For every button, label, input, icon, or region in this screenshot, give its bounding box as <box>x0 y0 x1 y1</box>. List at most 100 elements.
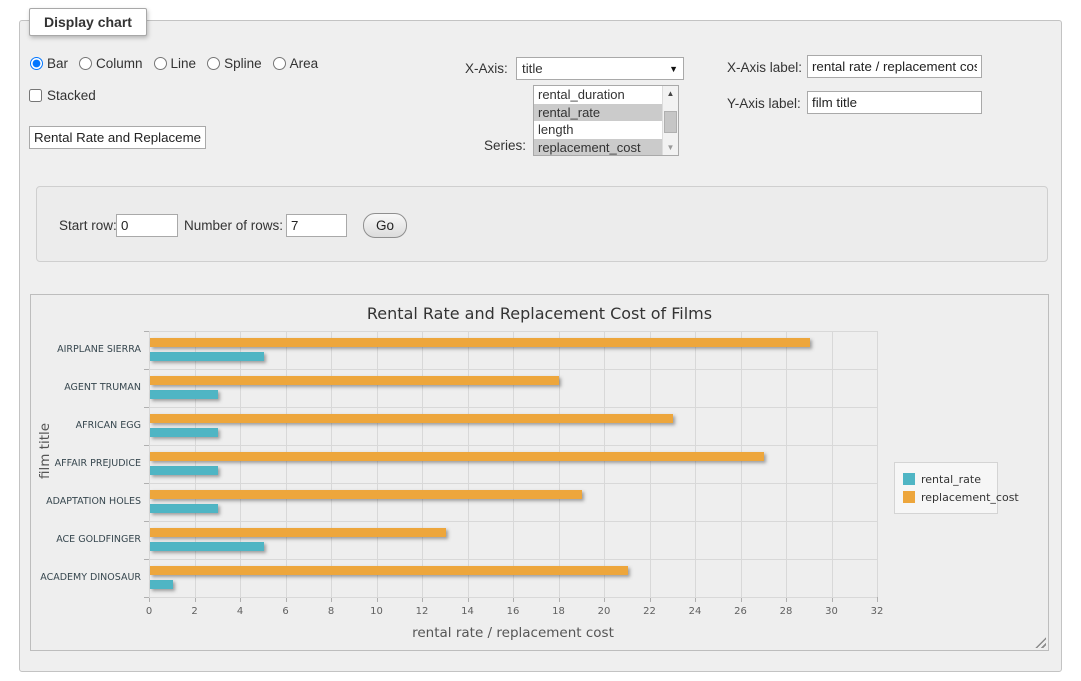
chart-legend: rental_rate replacement_cost <box>894 462 998 514</box>
plot-area: 02468101214161820222426283032AIRPLANE SI… <box>149 331 877 597</box>
legend-item-rental_rate[interactable]: rental_rate <box>903 471 989 487</box>
x-axis-tick <box>877 598 878 602</box>
x-tick-label: 26 <box>723 606 759 617</box>
series-option-rental_duration[interactable]: rental_duration <box>534 86 662 104</box>
x-tick-label: 4 <box>222 606 258 617</box>
chart-type-label: Spline <box>224 56 262 71</box>
x-tick-label: 10 <box>359 606 395 617</box>
gridline-vertical <box>195 331 196 597</box>
chart-bar-rental_rate <box>150 542 264 551</box>
stacked-checkbox-row[interactable]: Stacked <box>29 88 96 103</box>
x-axis-tick <box>468 598 469 602</box>
category-label: AFFAIR PREJUDICE <box>33 458 141 469</box>
scrollbar-thumb[interactable] <box>664 111 677 133</box>
x-axis-tick <box>832 598 833 602</box>
x-axis-tick <box>741 598 742 602</box>
chart-type-option-spline[interactable]: Spline <box>207 56 262 71</box>
series-option-rental_rate[interactable]: rental_rate <box>534 104 662 122</box>
start-row-label: Start row: <box>59 218 117 233</box>
x-tick-label: 12 <box>404 606 440 617</box>
panel-title: Display chart <box>29 8 147 36</box>
chart-type-option-bar[interactable]: Bar <box>30 56 68 71</box>
chart-title-input[interactable] <box>29 126 206 149</box>
gridline-vertical <box>286 331 287 597</box>
x-axis-tick <box>422 598 423 602</box>
y-axis-tick <box>144 597 149 598</box>
x-tick-label: 2 <box>177 606 213 617</box>
legend-item-replacement_cost[interactable]: replacement_cost <box>903 489 989 505</box>
series-option-replacement_cost[interactable]: replacement_cost <box>534 139 662 157</box>
legend-label: replacement_cost <box>921 491 1019 504</box>
chart-type-label: Area <box>290 56 319 71</box>
start-row-input[interactable] <box>116 214 178 237</box>
chart-bar-replacement_cost <box>150 528 446 537</box>
x-axis-tick <box>650 598 651 602</box>
gridline-vertical <box>513 331 514 597</box>
gridline-horizontal <box>149 369 877 370</box>
stacked-label: Stacked <box>47 88 96 103</box>
category-label: AIRPLANE SIERRA <box>33 344 141 355</box>
go-button[interactable]: Go <box>363 213 407 238</box>
series-listbox[interactable]: rental_durationrental_ratelengthreplacem… <box>533 85 679 156</box>
chart-type-option-line[interactable]: Line <box>154 56 197 71</box>
gridline-vertical <box>468 331 469 597</box>
chart-type-radio-spline[interactable] <box>207 57 220 70</box>
x-axis-tick <box>377 598 378 602</box>
x-tick-label: 16 <box>495 606 531 617</box>
x-tick-label: 24 <box>677 606 713 617</box>
chart-bar-rental_rate <box>150 466 218 475</box>
x-axis-tick <box>149 598 150 602</box>
x-tick-label: 28 <box>768 606 804 617</box>
chart-type-label: Line <box>171 56 197 71</box>
chart-bar-replacement_cost <box>150 338 810 347</box>
chart-bar-replacement_cost <box>150 490 582 499</box>
chart-type-radio-area[interactable] <box>273 57 286 70</box>
x-tick-label: 22 <box>632 606 668 617</box>
gridline-horizontal <box>149 331 877 332</box>
y-axis-label-input[interactable] <box>807 91 982 114</box>
num-rows-input[interactable] <box>286 214 347 237</box>
x-tick-label: 0 <box>131 606 167 617</box>
y-axis-tick <box>144 407 149 408</box>
chart-type-radio-bar[interactable] <box>30 57 43 70</box>
x-axis-tick <box>786 598 787 602</box>
chart-bar-replacement_cost <box>150 414 673 423</box>
y-axis-label-caption: Y-Axis label: <box>727 96 801 111</box>
gridline-vertical <box>604 331 605 597</box>
x-axis-select-label: X-Axis: <box>465 61 508 76</box>
x-axis-label-input[interactable] <box>807 55 982 78</box>
legend-swatch <box>903 473 915 485</box>
page: Display chart Bar Column Line Spline Area St… <box>0 0 1081 681</box>
chart-bar-replacement_cost <box>150 376 559 385</box>
x-axis-label-caption: X-Axis label: <box>727 60 802 75</box>
chart-type-option-area[interactable]: Area <box>273 56 319 71</box>
gridline-vertical <box>240 331 241 597</box>
gridline-vertical <box>877 331 878 597</box>
chart-panel: Rental Rate and Replacement Cost of Film… <box>30 294 1049 651</box>
category-label: ACE GOLDFINGER <box>33 534 141 545</box>
x-tick-label: 32 <box>859 606 895 617</box>
chart-type-radio-column[interactable] <box>79 57 92 70</box>
x-axis-select[interactable]: title ▼ <box>516 57 684 80</box>
series-option-length[interactable]: length <box>534 121 662 139</box>
y-axis-tick <box>144 521 149 522</box>
scrollbar-up-icon[interactable]: ▲ <box>663 89 678 98</box>
x-tick-label: 8 <box>313 606 349 617</box>
legend-label: rental_rate <box>921 473 981 486</box>
series-options: rental_durationrental_ratelengthreplacem… <box>534 86 662 155</box>
resize-handle-icon[interactable] <box>1035 637 1046 648</box>
row-controls-panel: Start row: Number of rows: Go <box>36 186 1048 262</box>
gridline-horizontal <box>149 521 877 522</box>
gridline-vertical <box>331 331 332 597</box>
chart-type-option-column[interactable]: Column <box>79 56 143 71</box>
series-scrollbar[interactable]: ▲ ▼ <box>662 86 678 155</box>
chart-bar-rental_rate <box>150 352 264 361</box>
chart-bar-replacement_cost <box>150 566 628 575</box>
x-axis-tick <box>559 598 560 602</box>
scrollbar-down-icon[interactable]: ▼ <box>663 143 678 152</box>
gridline-vertical <box>377 331 378 597</box>
gridline-vertical <box>559 331 560 597</box>
chart-type-radio-line[interactable] <box>154 57 167 70</box>
stacked-checkbox[interactable] <box>29 89 42 102</box>
gridline-vertical <box>149 331 150 597</box>
